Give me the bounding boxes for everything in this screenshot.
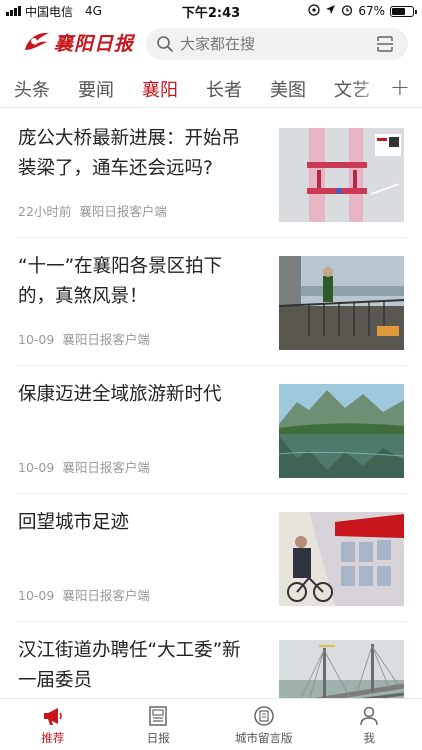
battery-percent: 67% (358, 4, 385, 18)
news-thumbnail[interactable] (279, 512, 404, 606)
nav-label: 日报 (146, 731, 170, 745)
tab-zhangzhe[interactable]: 长者 (206, 76, 242, 102)
news-meta: 10-09 襄阳日报客户端 (18, 329, 150, 348)
nav-label: 城市留言版 (235, 731, 293, 745)
news-source: 襄阳日报客户端 (62, 588, 150, 603)
news-meta: 10-09 襄阳日报客户端 (18, 457, 150, 476)
news-item[interactable]: 庞公大桥最新进展：开始吊装梁了，通车还会远吗? 22小时前 襄阳日报客户端 (0, 110, 422, 238)
news-thumbnail[interactable] (279, 256, 404, 350)
navigation-icon (325, 4, 336, 18)
news-time: 10-09 (18, 332, 55, 347)
exhibition-boards-image (279, 512, 404, 606)
newspaper-icon (149, 706, 167, 726)
news-title[interactable]: 庞公大桥最新进展：开始吊装梁了，通车还会远吗? (18, 124, 258, 184)
search-input[interactable] (180, 35, 360, 53)
news-title[interactable]: “十一”在襄阳各景区拍下的，真煞风景！ (18, 252, 258, 312)
news-item[interactable]: “十一”在襄阳各景区拍下的，真煞风景！ 10-09 襄阳日报客户端 (0, 238, 422, 366)
scenic-railing-image (279, 256, 404, 350)
battery-icon (390, 5, 417, 17)
news-item[interactable]: 回望城市足迹 10-09 襄阳日报客户端 (0, 494, 422, 622)
news-title[interactable]: 汉江街道办聘任“大工委”新一届委员 (18, 636, 258, 696)
app-header: 襄阳日报 (0, 22, 422, 66)
news-title[interactable]: 回望城市足迹 (18, 508, 258, 538)
search-bar[interactable] (146, 28, 408, 60)
news-time: 22小时前 (18, 204, 72, 219)
nav-message-board[interactable]: 城市留言版 (211, 699, 317, 750)
news-title[interactable]: 保康迈进全域旅游新时代 (18, 380, 258, 410)
news-thumbnail[interactable] (279, 384, 404, 478)
location-icon (308, 3, 320, 19)
news-time: 10-09 (18, 460, 55, 475)
message-board-icon (254, 706, 274, 726)
nav-me[interactable]: 我 (317, 699, 422, 750)
bridge-construction-image (279, 128, 404, 222)
news-source: 襄阳日报客户端 (79, 204, 167, 219)
scan-icon[interactable] (376, 35, 394, 53)
nav-daily[interactable]: 日报 (106, 699, 212, 750)
tab-xiangyang[interactable]: 襄阳 (142, 76, 178, 102)
alarm-icon (341, 4, 353, 19)
tab-yaowen[interactable]: 要闻 (78, 76, 114, 102)
logo-emblem-icon (25, 32, 49, 50)
bottom-nav: 推荐 日报 城市留言版 我 (0, 698, 422, 750)
status-bar: 中国电信 4G 下午2:43 67% (0, 0, 422, 22)
nav-recommend[interactable]: 推荐 (0, 699, 106, 750)
add-tab-button[interactable]: + (390, 73, 410, 101)
news-meta: 10-09 襄阳日报客户端 (18, 585, 150, 604)
nav-label: 推荐 (41, 731, 65, 745)
news-item[interactable]: 保康迈进全域旅游新时代 10-09 襄阳日报客户端 (0, 366, 422, 494)
news-time: 10-09 (18, 588, 55, 603)
news-thumbnail[interactable] (279, 128, 404, 222)
nav-label: 我 (363, 731, 376, 745)
app-logo[interactable]: 襄阳日报 (22, 28, 134, 56)
news-meta: 22小时前 襄阳日报客户端 (18, 201, 167, 220)
news-source: 襄阳日报客户端 (62, 460, 150, 475)
mountain-lake-image (279, 384, 404, 478)
logo-text: 襄阳日报 (54, 32, 135, 55)
tab-toutiao[interactable]: 头条 (14, 76, 50, 102)
person-icon (360, 706, 378, 726)
megaphone-icon (43, 708, 62, 725)
news-source: 襄阳日报客户端 (62, 332, 150, 347)
search-icon (157, 36, 173, 52)
category-tabs: 头条 要闻 襄阳 长者 美图 文艺 + (0, 70, 422, 108)
tab-meitu[interactable]: 美图 (270, 76, 306, 102)
